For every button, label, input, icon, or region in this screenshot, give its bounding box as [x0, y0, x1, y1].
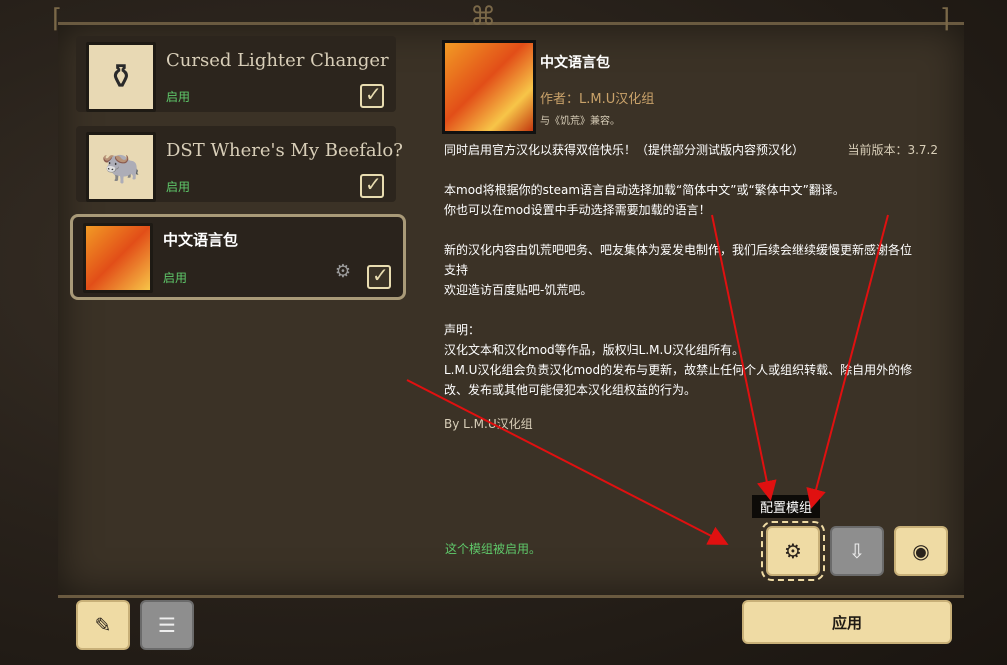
- declaration-line: 改、发布或其他可能侵犯本汉化组权益的行为。: [444, 383, 697, 397]
- desc-line: 本mod将根据你的steam语言自动选择加载“简体中文”或“繁体中文”翻译。: [444, 183, 845, 197]
- signature: By L.M.U汉化组: [444, 417, 533, 431]
- filter-button[interactable]: ☰: [140, 600, 194, 650]
- clean-all-button[interactable]: ✎: [76, 600, 130, 650]
- corner-ornament-left: ⌈: [52, 4, 63, 34]
- enabled-message: 这个模组被启用。: [445, 542, 542, 556]
- enable-checkbox[interactable]: ✓: [367, 263, 391, 289]
- desc-line: 新的汉化内容由饥荒吧吧务、吧友集体为爱发电制作，我们后续会继续缓慢更新感谢各位: [444, 243, 913, 257]
- globe-icon: ◉: [912, 539, 930, 563]
- declaration-title: 声明：: [444, 323, 481, 337]
- configure-icon: ⚙: [334, 261, 351, 282]
- mod-author: 作者：L.M.U汉化组: [540, 92, 655, 107]
- mod-item-beefalo[interactable]: 🐃 DST Where's My Beefalo? 启用 ✓: [76, 126, 403, 202]
- mod-title: 中文语言包: [540, 55, 610, 71]
- mod-item-chinese-pack[interactable]: 中文语言包 启用 ⚙ ✓: [70, 214, 406, 300]
- mod-list: ⚱ Cursed Lighter Changer 启用 ✓ 🐃 DST Wher…: [70, 30, 410, 310]
- enable-checkbox[interactable]: ✓: [360, 82, 384, 108]
- mod-name: DST Where's My Beefalo?: [166, 140, 403, 161]
- version-label: 当前版本：3.7.2: [847, 143, 938, 157]
- update-mod-button[interactable]: ⇩: [830, 526, 884, 576]
- apply-button[interactable]: 应用: [742, 600, 952, 644]
- check-icon: ✓: [372, 263, 389, 287]
- configure-tooltip: 配置模组: [752, 495, 821, 518]
- declaration-line: 汉化文本和汉化mod等作品，版权归L.M.U汉化组所有。: [444, 343, 745, 357]
- configure-mod-button[interactable]: ⚙: [761, 521, 825, 581]
- mod-item-cursed-lighter[interactable]: ⚱ Cursed Lighter Changer 启用 ✓: [76, 36, 396, 112]
- check-icon: ✓: [365, 172, 382, 196]
- mod-status: 启用: [166, 180, 191, 194]
- declaration-line: L.M.U汉化组会负责汉化mod的发布与更新，故禁止任何个人或组织转载、除自用外…: [444, 363, 913, 377]
- filter-icon: ☰: [158, 613, 176, 637]
- desc-line: 支持: [444, 263, 469, 277]
- mod-preview-image: [442, 40, 536, 134]
- mod-compat: 与《饥荒》兼容。: [540, 116, 620, 127]
- mod-status: 启用: [166, 90, 191, 104]
- lantern-icon: ⚱: [86, 42, 156, 112]
- mod-name: 中文语言包: [163, 231, 239, 249]
- enable-checkbox[interactable]: ✓: [360, 172, 384, 198]
- mod-name: Cursed Lighter Changer: [166, 50, 389, 71]
- desc-line: 你也可以在mod设置中手动选择需要加载的语言！: [444, 203, 711, 217]
- corner-ornament-right: ⌉: [940, 4, 951, 34]
- update-icon: ⇩: [848, 539, 866, 563]
- mod-description: 同时启用官方汉化以获得双倍快乐！（提供部分测试版内容预汉化） 当前版本：3.7.…: [444, 140, 944, 434]
- top-ornament: ⌘: [470, 2, 496, 32]
- beefalo-icon: 🐃: [86, 132, 156, 202]
- check-icon: ✓: [365, 82, 382, 106]
- broom-icon: ✎: [94, 613, 112, 637]
- mod-status: 启用: [163, 271, 188, 285]
- desc-line: 欢迎造访百度贴吧-饥荒吧。: [444, 283, 593, 297]
- configure-icon: ⚙: [784, 539, 802, 563]
- wilson-icon: [83, 223, 153, 293]
- workshop-button[interactable]: ◉: [894, 526, 948, 576]
